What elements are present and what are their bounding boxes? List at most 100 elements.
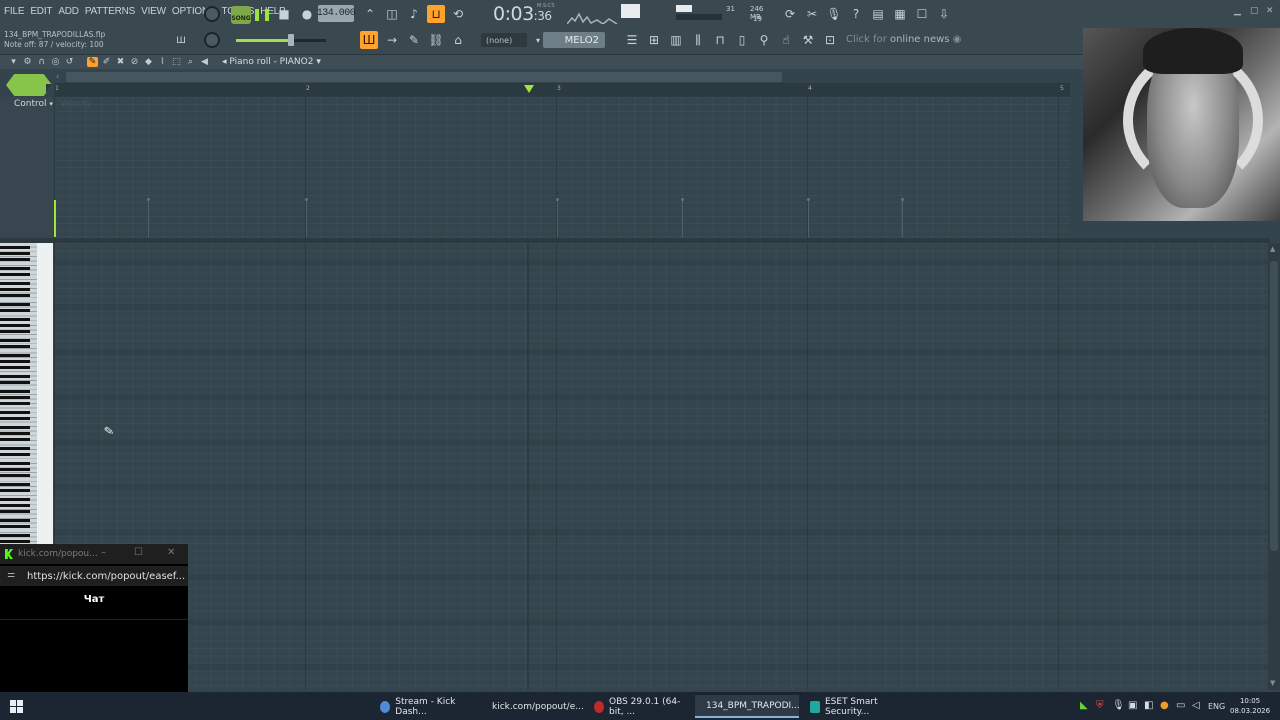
online-news-link[interactable]: Click for online news ◉ (846, 34, 961, 45)
undo-history-icon[interactable]: ⟳ (781, 5, 799, 23)
wrench-icon[interactable]: ⚙ (22, 57, 33, 67)
scroll-down-icon[interactable]: ▼ (1270, 679, 1275, 687)
chat-bubble-icon[interactable]: ☐ (913, 5, 931, 23)
taskbar-clock[interactable]: 10:05 08.03.2026 (1230, 696, 1270, 716)
channel-rack-icon[interactable]: ▥ (667, 31, 685, 49)
pattern-selector[interactable]: MELO2 (543, 32, 605, 48)
taskbar-item-eset[interactable]: ESET Smart Security... (804, 695, 908, 718)
velocity-handle[interactable] (147, 198, 150, 201)
scroll-thumb[interactable] (1270, 261, 1278, 551)
minimize-icon[interactable]: ▁ (1234, 6, 1241, 16)
taskbar-item-obs[interactable]: OBS 29.0.1 (64-bit, ... (588, 695, 690, 718)
download-icon[interactable]: ⇩ (935, 5, 953, 23)
countdown-icon[interactable]: ♪ (405, 5, 423, 23)
step-edit-icon[interactable]: ⊔ (427, 5, 445, 23)
plug-icon[interactable]: ⚲ (755, 31, 773, 49)
time-format-label[interactable]: M:S:CS (537, 3, 555, 9)
playhead-marker[interactable] (524, 85, 534, 93)
velocity-bar[interactable] (902, 200, 903, 237)
scroll-up-icon[interactable]: ▲ (1270, 245, 1275, 253)
select-tool-icon[interactable]: ⬚ (171, 57, 182, 67)
maximize-icon[interactable]: ▢ (1250, 6, 1259, 16)
record-icon[interactable]: ● (298, 5, 316, 23)
speaker-icon[interactable]: ◀ (199, 57, 210, 67)
pencil-icon[interactable]: ✎ (405, 31, 423, 49)
velocity-handle[interactable] (681, 198, 684, 201)
pause-icon[interactable]: ❚❚ (252, 5, 272, 23)
popup-maximize-icon[interactable]: ☐ (134, 547, 143, 558)
taskbar-item-kick-popout[interactable]: kick.com/popout/e... (481, 695, 584, 718)
velocity-bar[interactable] (148, 200, 149, 237)
scroll-marker[interactable] (6, 74, 52, 96)
tray-device-icon[interactable]: ▣ (1128, 700, 1137, 711)
options-arrow-icon[interactable]: ▾ (8, 57, 19, 67)
touch-keyboard-icon[interactable]: ☝ (777, 31, 795, 49)
snap-select[interactable]: (none) (481, 33, 527, 47)
tray-volume-icon[interactable]: ◁ (1192, 700, 1200, 711)
tray-network-icon[interactable]: ▭ (1176, 700, 1185, 711)
horizontal-scrollbar[interactable] (66, 72, 782, 82)
metronome-icon[interactable]: ⌃ (361, 5, 379, 23)
slip-tool-icon[interactable]: ◆ (143, 57, 154, 67)
velocity-bar[interactable] (557, 200, 558, 237)
mute-tool-icon[interactable]: ⊘ (129, 57, 140, 67)
menu-add[interactable]: ADD (58, 6, 79, 17)
piano-roll-view-icon[interactable]: Ш (360, 31, 378, 49)
tray-fl-icon[interactable]: ● (1160, 700, 1169, 711)
paint-tool-icon[interactable]: ✐ (101, 57, 112, 67)
zoom-tool-icon[interactable]: ⌕ (185, 57, 196, 67)
master-pitch-knob[interactable] (204, 32, 220, 48)
loop-record-icon[interactable]: ⟲ (449, 5, 467, 23)
tray-language[interactable]: ENG (1208, 702, 1225, 711)
master-volume-knob[interactable] (204, 6, 220, 22)
wait-input-icon[interactable]: ◫ (383, 5, 401, 23)
site-settings-icon[interactable]: ⚌ (7, 570, 15, 580)
play-from-icon[interactable]: ◎ (50, 57, 61, 67)
velocity-bar[interactable] (808, 200, 809, 237)
popup-minimize-icon[interactable]: – (101, 547, 106, 558)
stop-icon[interactable]: ■ (275, 5, 293, 23)
control-target-select[interactable]: Control ▾ (14, 99, 53, 109)
close-icon[interactable]: ✕ (1266, 6, 1274, 16)
taskbar-item-kick-dashboard[interactable]: Stream - Kick Dash... (374, 695, 476, 718)
velocity-handle[interactable] (901, 198, 904, 201)
tempo-display[interactable]: 134.000 (317, 5, 356, 22)
velocity-bar[interactable] (682, 200, 683, 237)
piano-roll-title[interactable]: ◂ Piano roll - PIANO2 ▾ (222, 57, 321, 67)
browser-icon[interactable]: ⊓ (711, 31, 729, 49)
timeline-ruler[interactable] (54, 83, 1070, 97)
plugin-icon[interactable]: ▦ (891, 5, 909, 23)
magnet-icon[interactable]: ∩ (36, 57, 47, 67)
popup-close-icon[interactable]: ✕ (167, 547, 175, 558)
menu-file[interactable]: FILE (4, 6, 25, 17)
draw-tool-icon[interactable]: ✎ (87, 57, 98, 67)
vertical-scrollbar[interactable]: ▲ ▼ (1268, 243, 1280, 690)
windows-start-icon[interactable] (10, 700, 23, 713)
save-icon[interactable]: ▤ (869, 5, 887, 23)
help-icon[interactable]: ? (847, 5, 865, 23)
popup-url[interactable]: https://kick.com/popout/easef... (27, 571, 185, 582)
cart-icon[interactable]: ⊡ (821, 31, 839, 49)
velocity-handle[interactable] (807, 198, 810, 201)
tray-nvidia-icon[interactable]: ◣ (1080, 700, 1088, 711)
microphone-icon[interactable]: 🎙 (825, 5, 843, 23)
stamp-icon[interactable]: ⌂ (449, 31, 467, 49)
velocity-lane[interactable] (54, 97, 1070, 238)
tool-icon[interactable]: ⚒ (799, 31, 817, 49)
tray-shield-icon[interactable]: ⛨ (1096, 700, 1104, 711)
delete-tool-icon[interactable]: ✖ (115, 57, 126, 67)
scroll-left-icon[interactable]: ‹ (56, 72, 59, 81)
menu-edit[interactable]: EDIT (30, 6, 52, 17)
velocity-handle[interactable] (556, 198, 559, 201)
piano-roll-mini-icon[interactable]: Ш (172, 32, 190, 50)
piano-roll-icon[interactable]: ⊞ (645, 31, 663, 49)
velocity-handle[interactable] (305, 198, 308, 201)
master-volume-slider[interactable] (236, 34, 326, 46)
note-grid[interactable] (54, 243, 1268, 690)
refresh-icon[interactable]: ↺ (64, 57, 75, 67)
taskbar-item-fl-studio[interactable]: 134_BPM_TRAPODI... (695, 695, 800, 718)
playlist-icon[interactable]: ☰ (623, 31, 641, 49)
menu-view[interactable]: VIEW (141, 6, 166, 17)
tray-mic-icon[interactable]: 🎙 (1112, 700, 1125, 711)
mixer-icon[interactable]: ⫼ (689, 31, 707, 49)
